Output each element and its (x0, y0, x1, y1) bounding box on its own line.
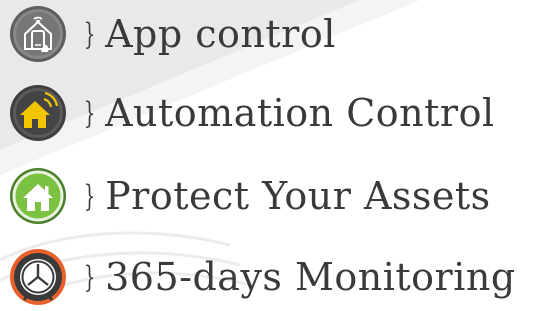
brace: } (83, 16, 96, 52)
feature-row-monitoring: } 365-days Monitoring (8, 247, 516, 307)
feature-label-protect-assets: Protect Your Assets (105, 174, 491, 218)
home-icon (10, 168, 66, 224)
feature-row-app-control: } App control (8, 4, 336, 64)
feature-label-monitoring: 365-days Monitoring (105, 255, 516, 299)
brace: } (83, 95, 96, 131)
smartphone-home-icon (10, 6, 66, 62)
home-signal-icon (10, 85, 66, 141)
feature-label-automation-control: Automation Control (105, 91, 495, 135)
brace: } (83, 178, 96, 214)
brace: } (83, 259, 96, 295)
feature-label-app-control: App control (105, 12, 336, 56)
feature-row-protect-assets: } Protect Your Assets (8, 166, 491, 226)
feature-row-automation-control: } Automation Control (8, 83, 495, 143)
clock-icon (10, 249, 66, 305)
